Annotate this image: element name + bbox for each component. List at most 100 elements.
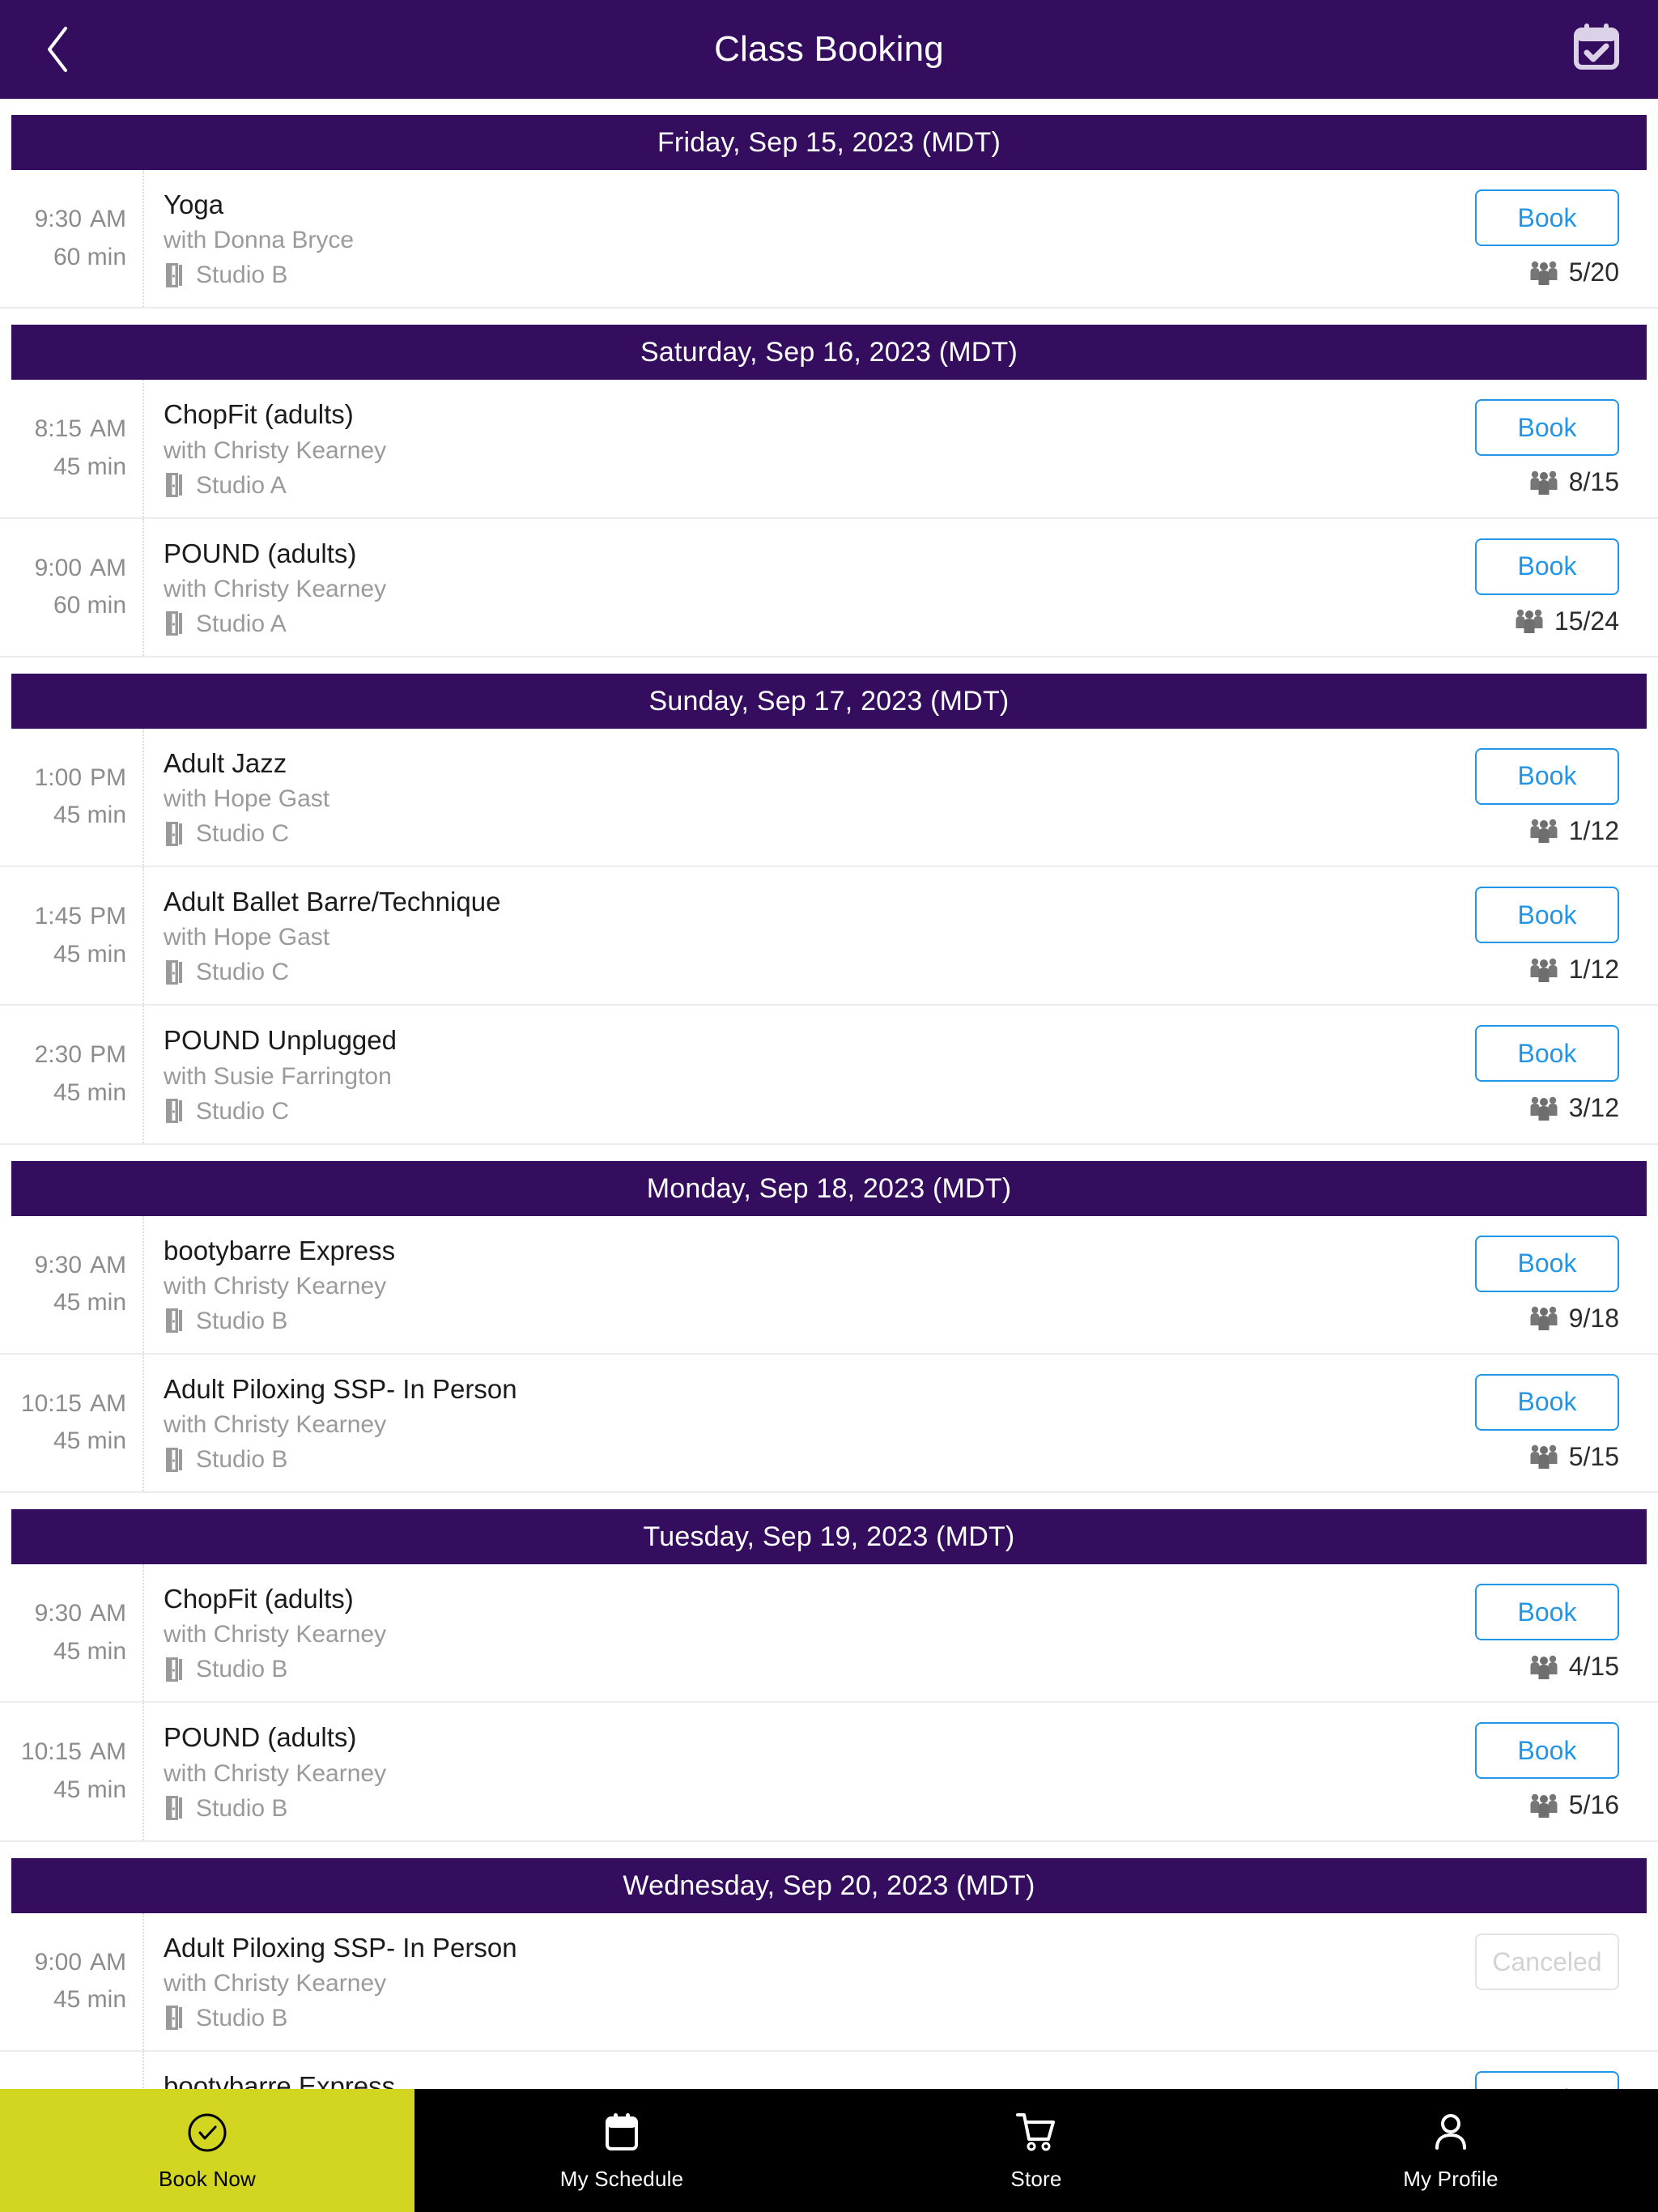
class-time-meridiem: AM: [90, 1389, 126, 1417]
class-time-meridiem: AM: [90, 415, 126, 443]
class-time: 1:45 PM: [35, 898, 126, 936]
class-time: 9:30 AM: [35, 1595, 126, 1633]
day-header-label: Tuesday, Sep 19, 2023 (MDT): [643, 1521, 1015, 1552]
class-room: Studio C: [164, 1095, 1439, 1127]
class-capacity-value: 5/16: [1568, 1790, 1619, 1820]
class-time: 10:15 AM: [21, 1385, 126, 1423]
class-row[interactable]: 9:30 AM 45 min ChopFit (adults) with Christy…: [0, 1564, 1658, 1704]
class-info-column: POUND (adults) with Christy Kearney Studio…: [144, 519, 1456, 656]
class-action-column: Book4/12: [1456, 2052, 1658, 2089]
class-list: 9:30 AM 45 min ChopFit (adults) with Christy…: [0, 1564, 1658, 1842]
class-room-label: Studio B: [196, 2004, 288, 2031]
tab-label: Book Now: [158, 2166, 257, 2191]
book-button[interactable]: Book: [1475, 2070, 1619, 2089]
class-time-column: 10:15 AM 45 min: [0, 1354, 144, 1491]
class-room-label: Studio C: [196, 959, 290, 986]
book-button[interactable]: Book: [1475, 1584, 1619, 1641]
tab-my-profile[interactable]: My Profile: [1244, 2089, 1658, 2212]
class-capacity: 5/16: [1475, 1790, 1619, 1820]
class-action-column: Book 8/15: [1456, 380, 1658, 517]
class-name: Adult Jazz: [164, 747, 287, 778]
people-icon: [1528, 1792, 1559, 1819]
class-duration: 60 min: [53, 592, 126, 619]
class-name: POUND (adults): [164, 538, 357, 568]
schedule-scroll-area[interactable]: Friday, Sep 15, 2023 (MDT) 9:30 AM 60 min Yo…: [0, 99, 1658, 2089]
class-capacity: 15/24: [1475, 606, 1619, 636]
class-time: 8:15 AM: [35, 410, 126, 449]
tab-label: Store: [1010, 2166, 1062, 2191]
class-time-meridiem: PM: [90, 764, 126, 791]
tab-book-now[interactable]: Book Now: [0, 2089, 414, 2212]
day-header: Friday, Sep 15, 2023 (MDT): [11, 115, 1647, 170]
class-row[interactable]: 9:30 AM 45 min bootybarre Express with Chris…: [0, 1215, 1658, 1355]
class-time-value: 10:15: [20, 1389, 82, 1417]
people-icon: [1528, 1653, 1559, 1681]
class-duration: 45 min: [53, 802, 126, 829]
class-row[interactable]: 9:00 AM 60 min POUND (adults) with Christy K…: [0, 518, 1658, 657]
day-header: Monday, Sep 18, 2023 (MDT): [11, 1160, 1647, 1216]
class-capacity-value: 15/24: [1554, 606, 1619, 636]
class-name: Adult Ballet Barre/Technique: [164, 887, 501, 917]
class-time-column: 1:00 PM 45 min: [0, 728, 144, 866]
class-capacity-value: 8/15: [1568, 467, 1619, 497]
class-action-column: Book 5/20: [1456, 170, 1658, 307]
class-time-value: 8:15: [34, 415, 82, 443]
class-name: Adult Piloxing SSP- In Person: [164, 1932, 517, 1963]
book-button[interactable]: Book: [1475, 887, 1619, 944]
class-time-column: 9:30 AM 60 min: [0, 170, 144, 308]
class-row[interactable]: 9:30AM45 minbootybarre Expresswith Stace…: [0, 2051, 1658, 2089]
book-button[interactable]: Book: [1475, 399, 1619, 457]
book-button[interactable]: Book: [1475, 189, 1619, 247]
book-button[interactable]: Book: [1475, 1025, 1619, 1083]
class-booking-screen: Class Booking Friday, Sep 15, 2023 (MDT)…: [0, 0, 1658, 2212]
class-room-label: Studio B: [196, 1307, 288, 1334]
class-action-column: Book 4/15: [1456, 1564, 1658, 1701]
class-instructor: with Christy Kearney: [164, 1272, 387, 1300]
class-capacity-value: 4/15: [1568, 1652, 1619, 1682]
class-time-column: 9:00 AM 45 min: [0, 1912, 144, 2050]
class-room-label: Studio C: [196, 1097, 290, 1125]
tab-store[interactable]: Store: [829, 2089, 1244, 2212]
day-header-label: Sunday, Sep 17, 2023 (MDT): [648, 685, 1010, 717]
class-room: Studio B: [164, 2002, 1439, 2034]
class-time: 9:30 AM: [35, 2082, 126, 2089]
class-capacity: 5/15: [1475, 1442, 1619, 1472]
tab-label: My Profile: [1403, 2166, 1499, 2191]
class-row[interactable]: 1:00 PM 45 min Adult Jazz with Hope Gast Stud…: [0, 728, 1658, 867]
class-row[interactable]: 2:30 PM 45 min POUND Unplugged with Susie Fa…: [0, 1006, 1658, 1145]
class-instructor: with Christy Kearney: [164, 1621, 387, 1648]
class-row[interactable]: 1:45 PM 45 min Adult Ballet Barre/Technique…: [0, 867, 1658, 1006]
class-capacity-value: 1/12: [1568, 815, 1619, 845]
class-room: Studio B: [164, 1305, 1439, 1337]
class-time-column: 2:30 PM 45 min: [0, 1006, 144, 1143]
class-action-column: Book 5/16: [1456, 1703, 1658, 1840]
class-row[interactable]: 10:15 AM 45 min POUND (adults) with Christy …: [0, 1703, 1658, 1842]
calendar-filter-button[interactable]: [1564, 17, 1629, 82]
book-button[interactable]: Book: [1475, 1373, 1619, 1431]
book-button[interactable]: Book: [1475, 1722, 1619, 1780]
book-button[interactable]: Book: [1475, 1235, 1619, 1292]
class-row[interactable]: 10:15 AM 45 min Adult Piloxing SSP- In Pers…: [0, 1354, 1658, 1493]
class-row[interactable]: 9:00 AM 45 min Adult Piloxing SSP- In Perso…: [0, 1912, 1658, 2052]
back-button[interactable]: [29, 21, 86, 78]
class-capacity-value: 5/20: [1568, 257, 1619, 287]
people-icon: [1528, 259, 1559, 287]
class-time-value: 9:30: [34, 1600, 82, 1627]
class-instructor: with Hope Gast: [164, 785, 330, 812]
tab-my-schedule[interactable]: My Schedule: [414, 2089, 829, 2212]
class-action-column: Book 9/18: [1456, 1216, 1658, 1353]
class-info-column: POUND Unplugged with Susie Farrington Stud…: [144, 1006, 1456, 1142]
class-instructor: with Christy Kearney: [164, 1759, 387, 1787]
book-button[interactable]: Book: [1475, 747, 1619, 805]
tab-label: My Schedule: [559, 2166, 684, 2191]
class-time-column: 10:15 AM 45 min: [0, 1703, 144, 1840]
class-time: 9:30 AM: [35, 1247, 126, 1285]
book-button[interactable]: Book: [1475, 538, 1619, 595]
class-time-meridiem: AM: [90, 206, 126, 233]
class-row[interactable]: 9:30 AM 60 min Yoga with Donna Bryce Studio B…: [0, 170, 1658, 309]
class-room-label: Studio B: [196, 1446, 288, 1473]
class-row[interactable]: 8:15 AM 45 min ChopFit (adults) with Christy…: [0, 380, 1658, 519]
class-room-label: Studio A: [196, 610, 287, 637]
door-icon: [164, 471, 186, 499]
class-room: Studio A: [164, 470, 1439, 501]
